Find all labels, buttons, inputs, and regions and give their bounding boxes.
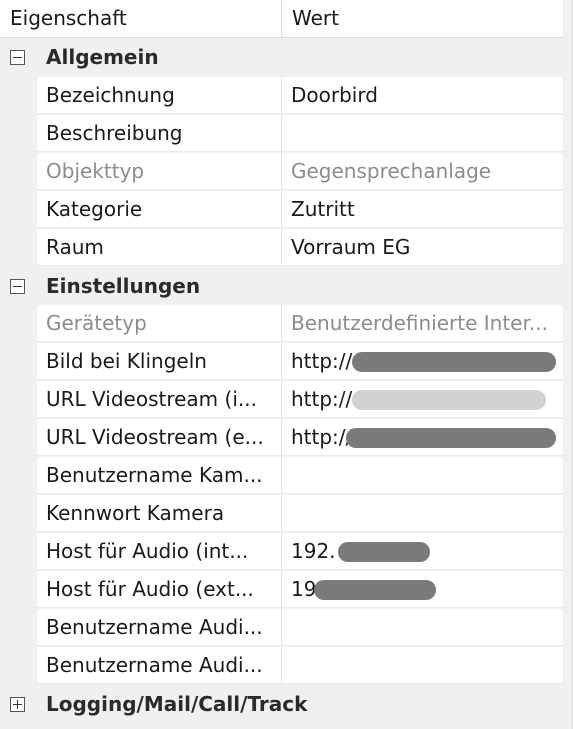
property-value-cell[interactable]: 192. [282,533,563,570]
property-name: Kennwort Kamera [46,501,225,525]
property-value: Gegensprechanlage [291,159,492,183]
property-value-cell[interactable] [282,495,563,532]
grid-header: Eigenschaft Wert [0,0,563,38]
property-value-cell[interactable]: http:// [282,343,563,380]
category-logging-mail-call-track[interactable]: Logging/Mail/Call/Track [0,685,563,723]
property-name: Beschreibung [46,121,183,145]
property-value [291,609,559,645]
property-name-cell[interactable]: Bezeichnung [37,77,282,114]
redaction-mark [338,542,430,562]
property-row-benutzername-audio-1[interactable]: Benutzername Audi... [0,609,563,647]
column-header-value[interactable]: Wert [282,0,563,37]
property-value-cell[interactable]: Zutritt [282,191,563,228]
property-name: Raum [46,235,104,259]
property-name: Benutzername Kam... [46,463,263,487]
property-row-host-audio-extern[interactable]: Host für Audio (ext... 192. [0,571,563,609]
property-value-cell: Benutzerdefinierte Inter... [282,305,563,342]
property-name-cell[interactable]: Benutzername Audi... [37,609,282,646]
property-name: URL Videostream (e... [46,425,264,449]
property-name: Benutzername Audi... [46,615,263,639]
property-value: Benutzerdefinierte Inter... [291,311,548,335]
property-row-objekttyp: Objekttyp Gegensprechanlage [0,153,563,191]
property-value-cell[interactable]: http:// [282,419,563,456]
property-name-cell[interactable]: URL Videostream (e... [37,419,282,456]
property-row-geraetetyp: Gerätetyp Benutzerdefinierte Inter... [0,305,563,343]
property-value [291,457,559,493]
property-name-cell[interactable]: URL Videostream (i... [37,381,282,418]
property-value-cell[interactable] [282,457,563,494]
category-label: Allgemein [46,45,159,69]
property-row-bild-bei-klingeln[interactable]: Bild bei Klingeln http:// [0,343,563,381]
property-row-url-videostream-extern[interactable]: URL Videostream (e... http:// [0,419,563,457]
property-value-cell[interactable]: http:// [282,381,563,418]
minus-box-icon[interactable] [10,50,25,65]
property-name: Objekttyp [46,159,145,183]
property-name-cell[interactable]: Bild bei Klingeln [37,343,282,380]
category-label: Einstellungen [46,274,201,298]
redaction-mark [346,428,556,448]
property-value: Vorraum EG [291,235,411,259]
property-value-cell[interactable] [282,647,563,684]
property-value-cell[interactable] [282,115,563,152]
property-name: Host für Audio (ext... [46,577,254,601]
property-row-url-videostream-intern[interactable]: URL Videostream (i... http:// [0,381,563,419]
property-value-cell: Gegensprechanlage [282,153,563,190]
property-value-cell[interactable] [282,609,563,646]
property-value-cell[interactable]: 192. [282,571,563,608]
property-grid: Eigenschaft Wert Allgemein Bezeichnung D… [0,0,573,729]
plus-box-icon[interactable] [10,697,25,712]
property-name-cell[interactable]: Raum [37,229,282,266]
property-row-kategorie[interactable]: Kategorie Zutritt [0,191,563,229]
column-header-property[interactable]: Eigenschaft [0,0,282,37]
category-einstellungen[interactable]: Einstellungen [0,267,563,305]
property-value-cell[interactable]: Doorbird [282,77,563,114]
property-row-bezeichnung[interactable]: Bezeichnung Doorbird [0,77,563,115]
property-row-beschreibung[interactable]: Beschreibung [0,115,563,153]
minus-box-icon[interactable] [10,279,25,294]
property-name: Bezeichnung [46,83,175,107]
redaction-mark [352,352,556,372]
category-allgemein[interactable]: Allgemein [0,38,563,76]
redaction-mark [314,580,436,600]
property-name-cell[interactable]: Benutzername Audi... [37,647,282,684]
property-row-raum[interactable]: Raum Vorraum EG [0,229,563,267]
property-value [291,647,559,683]
property-name: Gerätetyp [46,311,147,335]
property-value: Doorbird [291,83,378,107]
property-name: Host für Audio (int... [46,539,249,563]
property-row-benutzername-audio-2[interactable]: Benutzername Audi... [0,647,563,685]
category-label: Logging/Mail/Call/Track [46,692,308,716]
property-name-cell[interactable]: Kategorie [37,191,282,228]
property-name-cell: Objekttyp [37,153,282,190]
property-row-host-audio-intern[interactable]: Host für Audio (int... 192. [0,533,563,571]
property-name-cell: Gerätetyp [37,305,282,342]
property-value-cell[interactable]: Vorraum EG [282,229,563,266]
property-name-cell[interactable]: Benutzername Kam... [37,457,282,494]
property-name-cell[interactable]: Kennwort Kamera [37,495,282,532]
property-name-cell[interactable]: Host für Audio (int... [37,533,282,570]
property-row-benutzername-kamera[interactable]: Benutzername Kam... [0,457,563,495]
property-name: Kategorie [46,197,143,221]
redaction-mark [352,390,546,410]
property-name-cell[interactable]: Beschreibung [37,115,282,152]
property-name: Benutzername Audi... [46,653,263,677]
property-value: Zutritt [291,197,355,221]
property-value [291,115,559,151]
property-row-kennwort-kamera[interactable]: Kennwort Kamera [0,495,563,533]
property-name: Bild bei Klingeln [46,349,207,373]
property-name-cell[interactable]: Host für Audio (ext... [37,571,282,608]
property-name: URL Videostream (i... [46,387,257,411]
property-value [291,495,559,531]
